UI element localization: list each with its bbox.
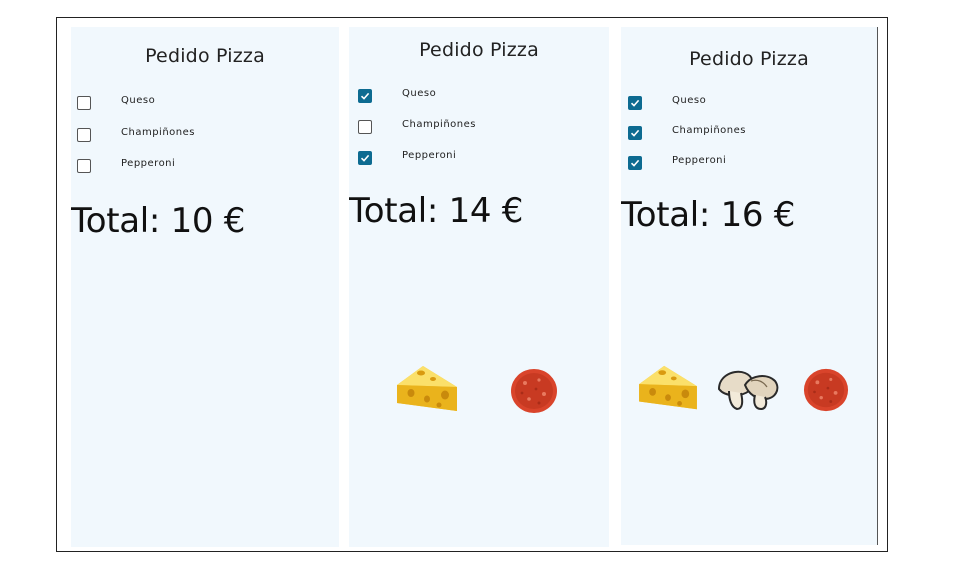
option-label: Pepperoni xyxy=(402,150,457,161)
cheese-icon xyxy=(397,366,457,411)
checkbox-pepperoni[interactable] xyxy=(77,159,91,173)
option-label: Champiñones xyxy=(402,119,476,130)
option-label: Pepperoni xyxy=(672,155,727,166)
checkmark-icon xyxy=(630,99,640,107)
checkbox-queso[interactable] xyxy=(358,89,372,103)
checkbox-champinones[interactable] xyxy=(358,120,372,134)
mushroom-icon xyxy=(717,370,779,411)
checkbox-champinones[interactable] xyxy=(77,128,91,142)
option-label: Champiñones xyxy=(672,125,746,136)
checkmark-icon xyxy=(630,129,640,137)
cheese-icon xyxy=(639,365,697,410)
checkbox-queso[interactable] xyxy=(77,96,91,110)
checkbox-champinones[interactable] xyxy=(628,126,642,140)
total-price: Total: 10 € xyxy=(71,201,246,241)
checkmark-icon xyxy=(630,159,640,167)
pepperoni-icon xyxy=(511,369,557,413)
pepperoni-icon xyxy=(803,368,849,412)
checkbox-pepperoni[interactable] xyxy=(358,151,372,165)
screen-divider xyxy=(877,27,878,545)
checkbox-pepperoni[interactable] xyxy=(628,156,642,170)
page-title: Pedido Pizza xyxy=(145,45,265,67)
page-title: Pedido Pizza xyxy=(689,48,809,70)
option-label: Champiñones xyxy=(121,127,195,138)
option-label: Pepperoni xyxy=(121,158,176,169)
checkmark-icon xyxy=(360,154,370,162)
phone-screen-2: Pedido Pizza Queso Champiñones Pepperoni… xyxy=(349,27,609,547)
checkbox-queso[interactable] xyxy=(628,96,642,110)
checkmark-icon xyxy=(360,92,370,100)
option-label: Queso xyxy=(402,88,437,99)
page-title: Pedido Pizza xyxy=(419,39,539,61)
option-label: Queso xyxy=(121,95,156,106)
total-price: Total: 16 € xyxy=(621,195,796,235)
phone-screen-3: Pedido Pizza Queso Champiñones Pepperoni… xyxy=(621,27,877,545)
total-price: Total: 14 € xyxy=(349,191,524,231)
phone-screen-1: Pedido Pizza Queso Champiñones Pepperoni… xyxy=(71,27,339,547)
option-label: Queso xyxy=(672,95,707,106)
